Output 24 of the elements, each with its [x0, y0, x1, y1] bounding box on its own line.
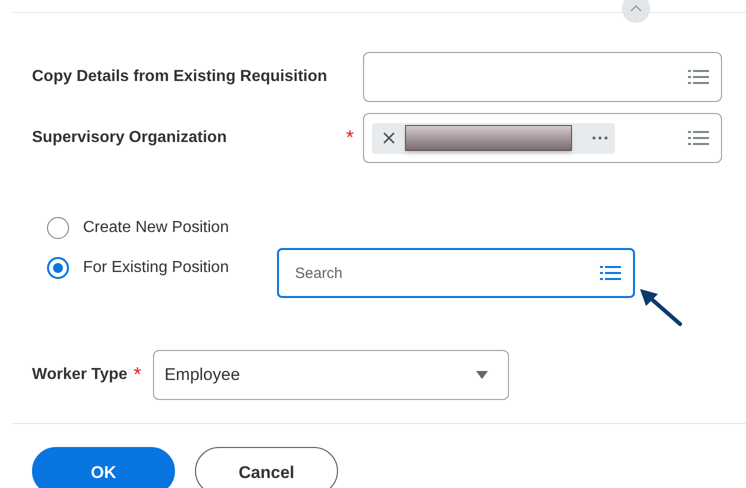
- search-field[interactable]: Search: [277, 248, 635, 298]
- caret-up-icon: [630, 5, 642, 12]
- organization-field[interactable]: [363, 113, 722, 163]
- more-icon[interactable]: [592, 136, 608, 140]
- pointer-arrow: [638, 286, 684, 328]
- list-icon[interactable]: [600, 265, 621, 281]
- remove-icon[interactable]: [383, 132, 395, 144]
- radio-label: Create New Position: [83, 218, 229, 238]
- radio-button[interactable]: [47, 257, 69, 279]
- list-icon[interactable]: [688, 130, 709, 146]
- collapse-button[interactable]: [622, 0, 650, 23]
- radio-label: For Existing Position: [83, 258, 229, 278]
- ok-button[interactable]: OK: [32, 447, 175, 488]
- required-mark: *: [133, 363, 142, 388]
- radio-button[interactable]: [47, 217, 69, 239]
- required-mark: *: [346, 126, 355, 151]
- dropdown-arrow-icon: [476, 371, 488, 379]
- field-label: Worker Type: [32, 365, 128, 385]
- worker-type-dropdown[interactable]: Employee: [153, 350, 510, 400]
- cancel-button[interactable]: Cancel: [195, 447, 338, 488]
- requisition-field[interactable]: [363, 52, 722, 102]
- field-label: Supervisory Organization: [32, 128, 228, 148]
- field-label: Copy Details from Existing Requisition: [32, 67, 328, 87]
- list-icon[interactable]: [688, 69, 709, 85]
